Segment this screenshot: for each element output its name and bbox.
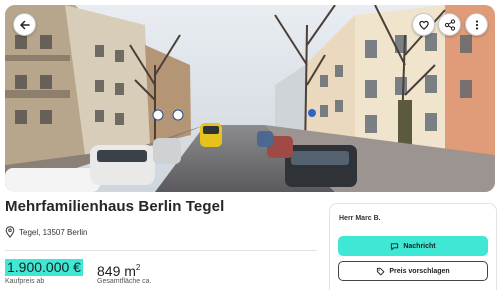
arrow-left-icon (19, 20, 30, 29)
area-number: 849 m (97, 263, 136, 279)
back-button[interactable] (13, 13, 36, 36)
price-value: 1.900.000 € (5, 259, 83, 276)
heart-icon (418, 20, 429, 30)
propose-price-button[interactable]: Preis vorschlagen (338, 261, 488, 281)
divider (5, 250, 317, 251)
area-value: 849 m2 (97, 259, 140, 280)
contact-name: Herr Marc B. (339, 215, 381, 222)
listing-location: Tegel, 13507 Berlin (5, 225, 88, 239)
propose-price-label: Preis vorschlagen (389, 267, 450, 275)
more-options-button[interactable] (465, 13, 488, 36)
favorite-button[interactable] (412, 13, 435, 36)
share-icon (444, 18, 455, 31)
price-label: Kaufpreis ab (5, 278, 45, 285)
location-pin-icon (5, 226, 15, 238)
share-button[interactable] (438, 13, 461, 36)
more-vertical-icon (475, 19, 478, 30)
location-text: Tegel, 13507 Berlin (19, 227, 88, 237)
listing-title: Mehrfamilienhaus Berlin Tegel (5, 198, 225, 215)
area-unit-superscript: 2 (135, 263, 141, 272)
area-label: Gesamtfläche ca. (97, 278, 152, 285)
message-button-label: Nachricht (403, 242, 436, 250)
contact-card: Herr Marc B. Nachricht Preis vorschlagen (329, 203, 497, 290)
chat-bubble-icon (391, 242, 399, 250)
message-button[interactable]: Nachricht (338, 236, 488, 256)
price-tag-icon (377, 267, 385, 275)
